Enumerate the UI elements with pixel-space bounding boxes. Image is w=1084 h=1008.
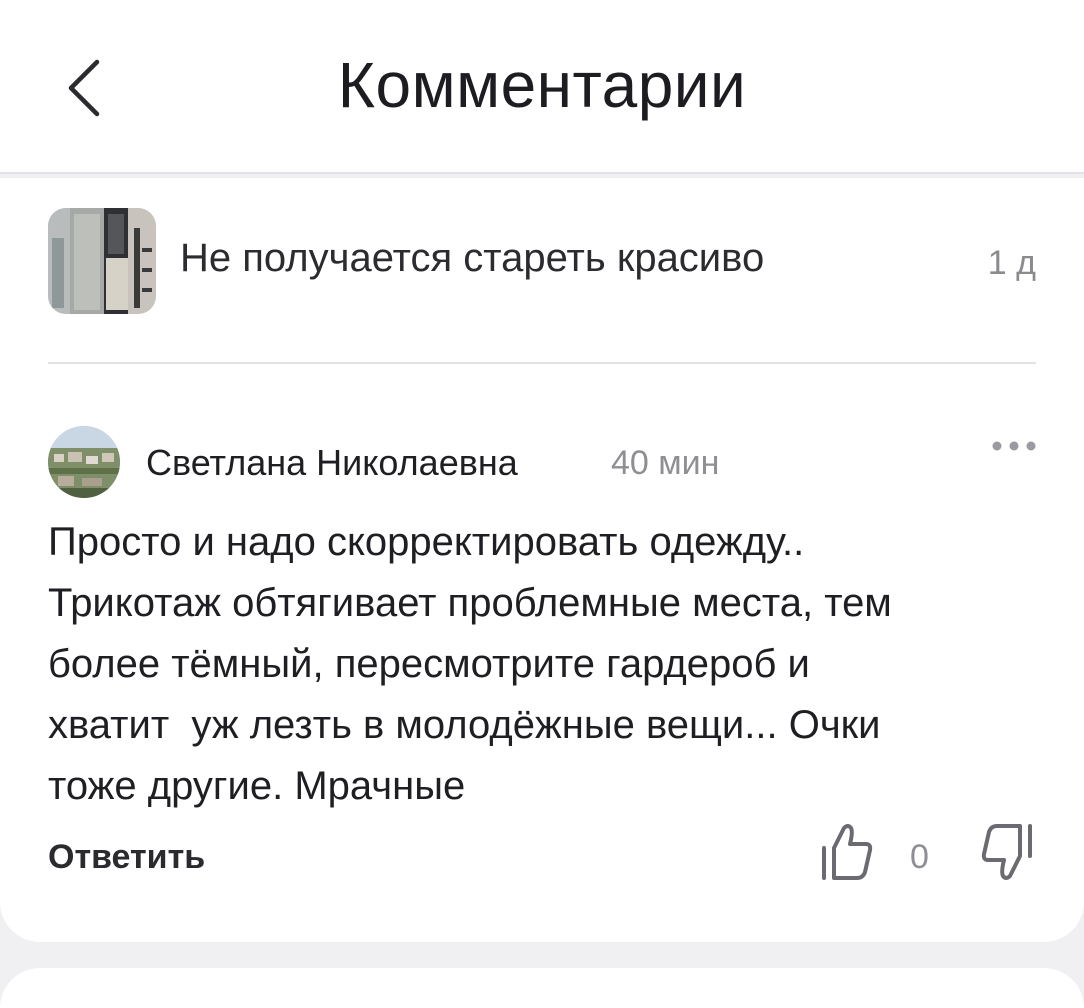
comment-time: 40 мин bbox=[611, 444, 720, 482]
thumbs-down-icon bbox=[981, 824, 1032, 880]
article-title: Не получается стареть красиво bbox=[180, 236, 765, 280]
reply-button[interactable]: Ответить bbox=[48, 838, 205, 877]
dislike-button[interactable] bbox=[980, 822, 1036, 882]
top-bar: Комментарии bbox=[0, 0, 1084, 174]
comment-text: Просто и надо скорректировать одежду.. Т… bbox=[48, 520, 892, 808]
like-count: 0 bbox=[910, 838, 929, 876]
page-title: Комментарии bbox=[337, 49, 747, 121]
avatar[interactable] bbox=[48, 426, 120, 498]
like-button[interactable] bbox=[818, 822, 874, 882]
article-link[interactable]: Не получается стареть красиво 1 д bbox=[48, 206, 1036, 316]
author-name[interactable]: Светлана Николаевна bbox=[146, 442, 518, 484]
more-horizontal-icon bbox=[992, 441, 1036, 451]
more-options-button[interactable] bbox=[988, 426, 1036, 466]
thumbs-up-icon bbox=[822, 824, 873, 880]
divider bbox=[48, 362, 1036, 364]
comment-card: Не получается стареть красиво 1 д Светла… bbox=[0, 178, 1084, 942]
article-thumbnail bbox=[48, 208, 156, 314]
next-comment-card bbox=[0, 968, 1084, 1008]
article-age: 1 д bbox=[987, 244, 1036, 282]
comment-header: Светлана Николаевна 40 мин bbox=[48, 426, 1036, 500]
